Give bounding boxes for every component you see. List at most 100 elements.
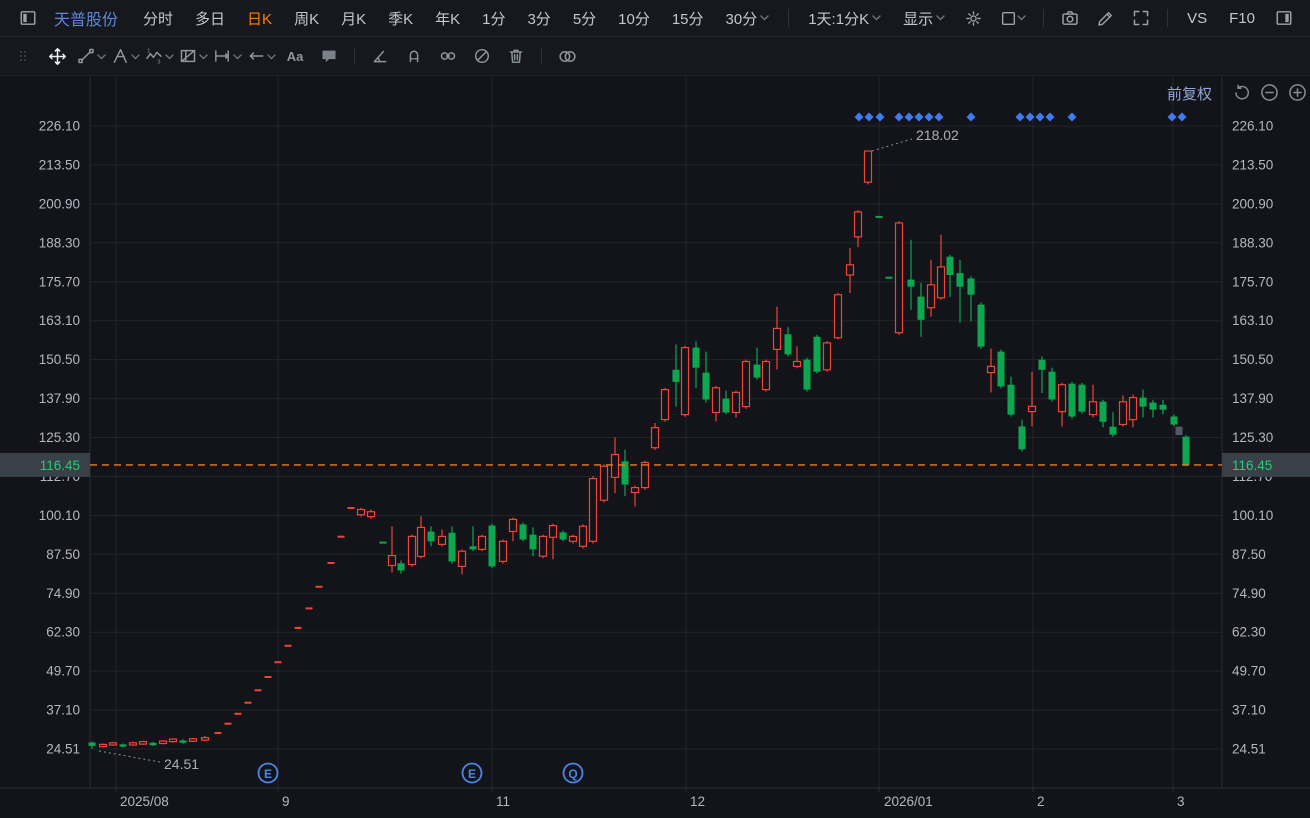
candle[interactable]: [1027, 405, 1037, 413]
f10-button[interactable]: F10: [1218, 10, 1266, 27]
panel-left-icon[interactable]: [10, 0, 46, 36]
candle[interactable]: [610, 453, 620, 478]
move-tool-icon[interactable]: [40, 41, 74, 71]
candle[interactable]: [630, 487, 640, 494]
candle[interactable]: [997, 351, 1005, 387]
candle[interactable]: [986, 365, 996, 374]
candle[interactable]: [894, 222, 904, 334]
text-tool-icon[interactable]: Aa: [278, 41, 312, 71]
candle[interactable]: [538, 535, 548, 557]
trash-tool-icon[interactable]: [499, 41, 533, 71]
candle-flat[interactable]: [254, 689, 262, 692]
candle[interactable]: [833, 294, 843, 339]
candle[interactable]: [907, 279, 915, 287]
candle-flat[interactable]: [347, 507, 355, 509]
period-selector-dropdown[interactable]: 1天:1分K: [797, 8, 892, 29]
candle[interactable]: [168, 738, 178, 743]
tab-30分[interactable]: 30分: [715, 8, 781, 29]
candle[interactable]: [640, 461, 650, 489]
candle[interactable]: [680, 347, 690, 416]
gear-icon[interactable]: [956, 0, 991, 36]
trendline-tool-icon[interactable]: [74, 41, 108, 71]
candle[interactable]: [702, 372, 710, 400]
candle-flat[interactable]: [214, 732, 222, 734]
candle[interactable]: [1068, 383, 1076, 417]
vs-button[interactable]: VS: [1176, 10, 1218, 27]
magnet-tool-icon[interactable]: [397, 41, 431, 71]
tab-多日[interactable]: 多日: [184, 8, 236, 29]
tab-15分[interactable]: 15分: [661, 8, 715, 29]
candle[interactable]: [967, 278, 975, 295]
candle[interactable]: [1128, 397, 1138, 421]
tab-分时[interactable]: 分时: [132, 8, 184, 29]
candle[interactable]: [1175, 426, 1183, 435]
candle[interactable]: [138, 740, 148, 745]
candle[interactable]: [508, 518, 518, 533]
stock-name[interactable]: 天普股份: [46, 6, 132, 30]
measure-tool-icon[interactable]: [210, 41, 244, 71]
candle[interactable]: [803, 359, 811, 390]
candle[interactable]: [179, 740, 187, 743]
candle[interactable]: [457, 550, 467, 568]
candle[interactable]: [792, 360, 802, 368]
candle-flat[interactable]: [294, 626, 302, 629]
candle[interactable]: [437, 535, 447, 546]
candle[interactable]: [200, 736, 210, 741]
candle[interactable]: [98, 743, 108, 748]
candle-flat[interactable]: [315, 585, 323, 588]
candle[interactable]: [977, 304, 985, 347]
candle[interactable]: [1159, 404, 1167, 410]
candle[interactable]: [772, 327, 782, 350]
candle[interactable]: [1078, 384, 1086, 412]
comment-tool-icon[interactable]: [312, 41, 346, 71]
candle[interactable]: [158, 740, 168, 745]
candle[interactable]: [548, 524, 558, 538]
tab-日K[interactable]: 日K: [236, 8, 283, 29]
candle[interactable]: [119, 744, 127, 747]
candle[interactable]: [946, 256, 954, 275]
zoom-in-icon[interactable]: [1288, 83, 1307, 102]
candle[interactable]: [498, 540, 508, 562]
candle[interactable]: [741, 360, 751, 408]
candle[interactable]: [488, 525, 496, 567]
candle[interactable]: [356, 508, 366, 516]
tab-5分[interactable]: 5分: [562, 8, 607, 29]
candle[interactable]: [469, 546, 477, 550]
candle[interactable]: [853, 211, 863, 238]
candle[interactable]: [936, 266, 946, 299]
layout-icon[interactable]: [991, 0, 1035, 36]
candle[interactable]: [1139, 397, 1147, 407]
tab-年K[interactable]: 年K: [424, 8, 471, 29]
undo-icon[interactable]: [1233, 84, 1251, 102]
candle[interactable]: [427, 531, 435, 542]
tab-周K[interactable]: 周K: [283, 8, 330, 29]
candle[interactable]: [416, 526, 426, 558]
candle-flat[interactable]: [337, 535, 345, 538]
candle[interactable]: [863, 150, 873, 183]
candle[interactable]: [519, 524, 527, 540]
candle[interactable]: [1182, 436, 1190, 465]
tab-1分[interactable]: 1分: [471, 8, 516, 29]
candle[interactable]: [448, 532, 456, 562]
candle[interactable]: [650, 427, 660, 449]
candle-flat[interactable]: [274, 661, 282, 664]
candle[interactable]: [88, 742, 96, 746]
candle[interactable]: [1118, 401, 1128, 426]
candle-flat[interactable]: [379, 541, 387, 544]
zoom-out-icon[interactable]: [1260, 83, 1279, 102]
candle[interactable]: [813, 336, 821, 372]
gear-tool-icon[interactable]: [584, 41, 618, 71]
candle[interactable]: [822, 342, 832, 371]
candle[interactable]: [784, 334, 792, 355]
candle[interactable]: [568, 535, 578, 542]
candle[interactable]: [1170, 416, 1178, 425]
candle[interactable]: [599, 465, 609, 501]
expand-icon[interactable]: [1123, 0, 1159, 36]
candle-flat[interactable]: [234, 712, 242, 715]
pattern-tool-icon[interactable]: [176, 41, 210, 71]
toolbar-grip-handle[interactable]: [6, 41, 40, 71]
candle-flat[interactable]: [885, 276, 893, 279]
candle[interactable]: [672, 369, 680, 382]
candle-flat[interactable]: [327, 562, 335, 564]
candle[interactable]: [366, 511, 376, 518]
